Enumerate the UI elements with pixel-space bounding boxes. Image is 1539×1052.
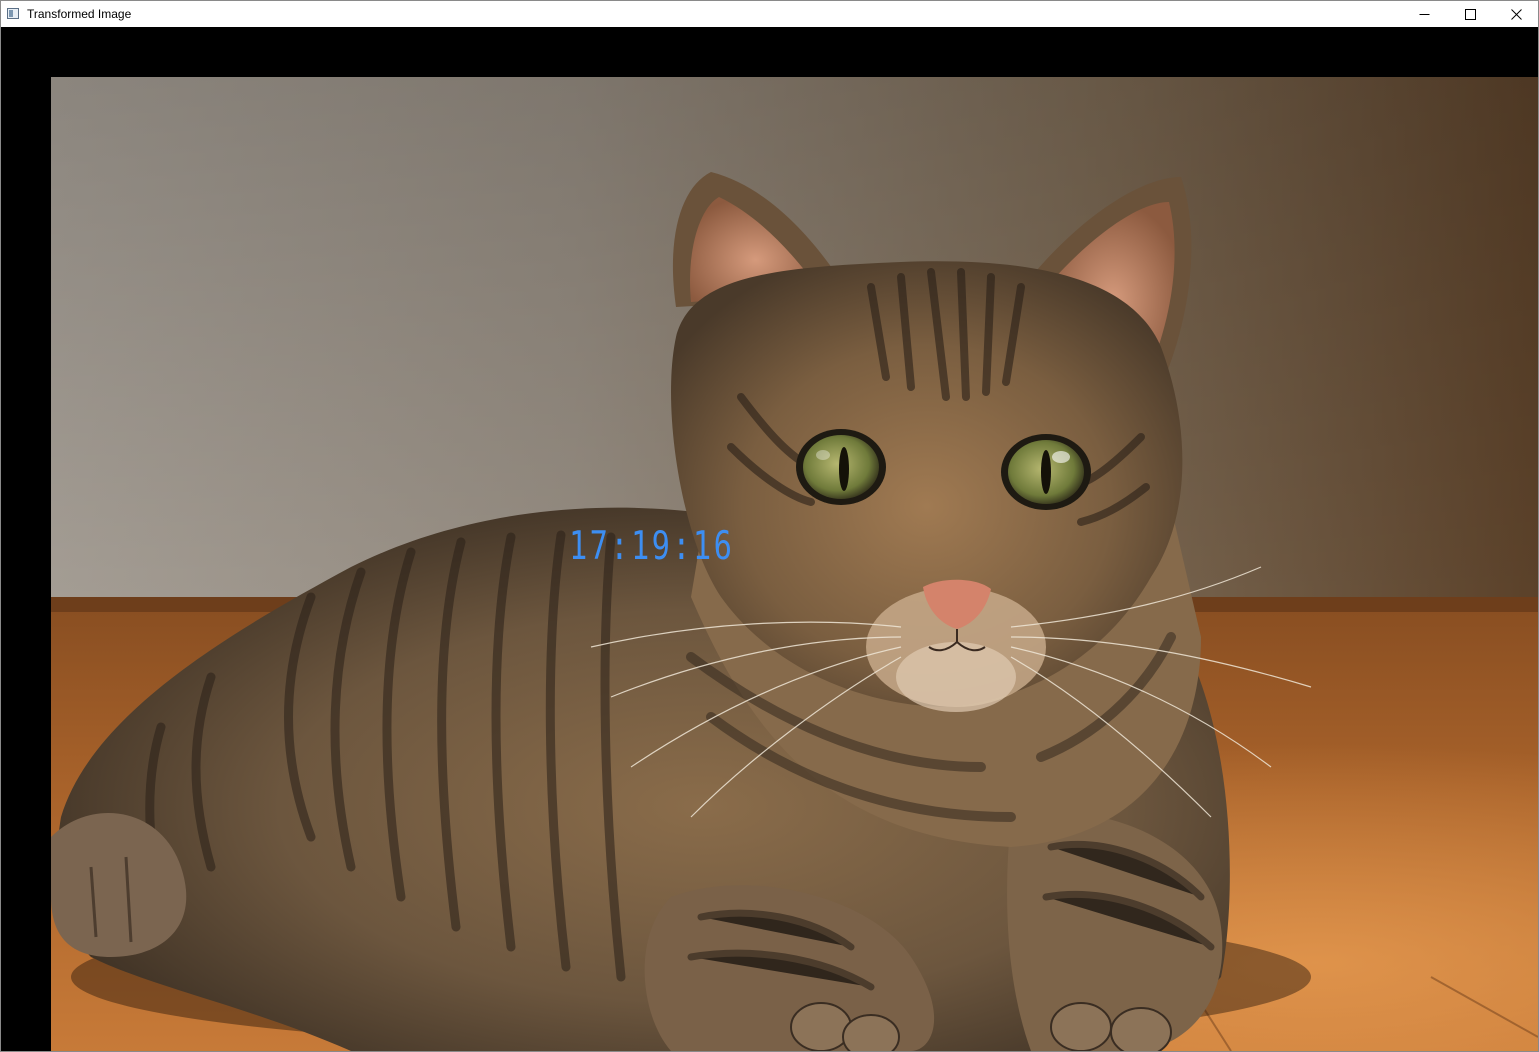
app-window: Transformed Image 17:19:16 <box>0 0 1539 1052</box>
close-button[interactable] <box>1493 1 1539 27</box>
cat-photo <box>51 77 1538 1051</box>
app-icon <box>7 8 19 19</box>
close-icon <box>1510 8 1522 20</box>
minimize-icon <box>1419 13 1429 15</box>
window-title: Transformed Image <box>27 7 132 21</box>
maximize-icon <box>1464 8 1476 20</box>
clock-overlay: 17:19:16 <box>569 524 735 569</box>
title-bar[interactable]: Transformed Image <box>1 1 1538 27</box>
maximize-button[interactable] <box>1447 1 1493 27</box>
tabby-cat-photo-icon <box>51 77 1538 1051</box>
image-canvas: 17:19:16 <box>1 27 1538 1051</box>
minimize-button[interactable] <box>1401 1 1447 27</box>
